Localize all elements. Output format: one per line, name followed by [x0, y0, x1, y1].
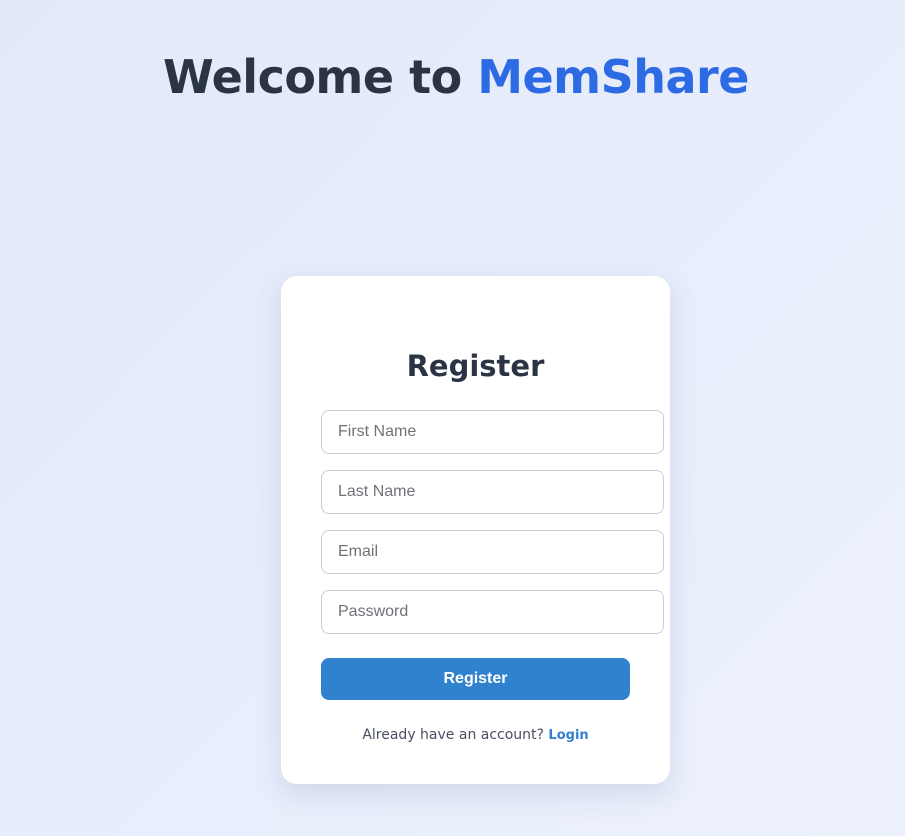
page-headline: Welcome to MemShare	[163, 46, 749, 108]
login-link[interactable]: Login	[548, 728, 588, 743]
form-title: Register	[406, 349, 545, 383]
last-name-input[interactable]	[321, 470, 664, 514]
headline-welcome: Welcome to	[163, 50, 478, 104]
email-input[interactable]	[321, 530, 664, 574]
register-button[interactable]: Register	[321, 658, 630, 700]
login-prompt-text: Already have an account?	[362, 727, 544, 743]
password-input[interactable]	[321, 590, 664, 634]
login-prompt: Already have an account? Login	[281, 724, 670, 747]
brand-name: MemShare	[477, 50, 749, 104]
first-name-input[interactable]	[321, 410, 664, 454]
